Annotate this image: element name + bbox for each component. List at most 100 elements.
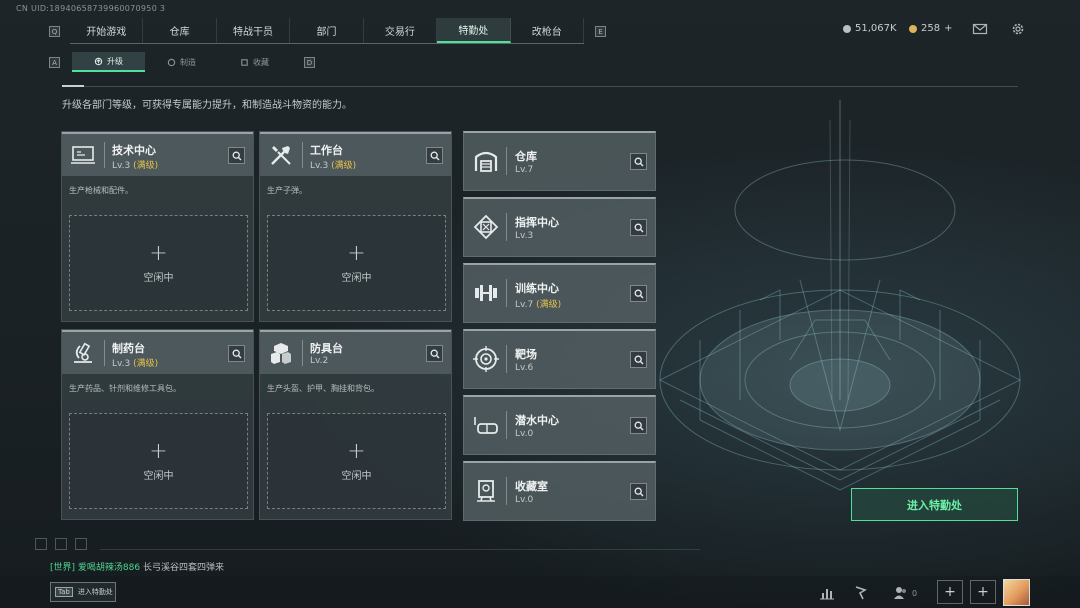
friends-icon: [893, 587, 906, 599]
level-value: Lv.3: [515, 231, 534, 241]
department-card-warehouse[interactable]: 仓库 Lv.7: [463, 131, 656, 191]
separator: [104, 142, 105, 168]
search-button[interactable]: [228, 345, 245, 362]
production-slot[interactable]: + 空闲中: [267, 215, 446, 311]
search-button[interactable]: [426, 147, 443, 164]
page-description: 升级各部门等级，可获得专属能力提升，和制造战斗物资的能力。: [62, 100, 352, 111]
tab-shortcut-hint[interactable]: Tab 进入特勤处: [50, 582, 116, 602]
search-button[interactable]: [630, 219, 647, 236]
chat-user[interactable]: 爱喝胡辣汤886: [78, 563, 140, 573]
facility-card-header: 防具台 Lv.2: [260, 330, 451, 374]
search-button[interactable]: [228, 147, 245, 164]
tab-operators[interactable]: 特战干员: [217, 18, 291, 43]
badge-button[interactable]: [848, 582, 874, 604]
avatar[interactable]: [1003, 579, 1030, 606]
facility-name: 制药台: [112, 342, 145, 355]
level-value: Lv.0: [515, 495, 534, 505]
search-button[interactable]: [630, 153, 647, 170]
facility-card-workbench[interactable]: 工作台 Lv.3 (满级) 生产子弹。 + 空闲中: [259, 131, 452, 322]
sub-nav: 升级 制造 收藏: [72, 52, 291, 72]
top-nav: 开始游戏 仓库 特战干员 部门 交易行 特勤处 改枪台: [70, 18, 584, 44]
level-value: Lv.3: [112, 359, 131, 369]
slot-status: 空闲中: [143, 470, 174, 482]
add-slot-button[interactable]: +: [937, 580, 963, 604]
tab-special-ops[interactable]: 特勤处: [437, 18, 511, 43]
department-name: 靶场: [515, 348, 537, 361]
training-center-icon: [475, 285, 497, 301]
next-subtab-key-hint[interactable]: D: [304, 57, 315, 68]
search-button[interactable]: [426, 345, 443, 362]
add-slot-button[interactable]: +: [970, 580, 996, 604]
search-icon: [634, 487, 643, 496]
department-name: 仓库: [515, 150, 537, 163]
decor-square: [35, 538, 47, 550]
department-card-command-center[interactable]: 指挥中心 Lv.3: [463, 197, 656, 257]
production-slot[interactable]: + 空闲中: [267, 413, 446, 509]
gear-icon[interactable]: [1010, 21, 1026, 37]
prev-subtab-key-hint[interactable]: A: [49, 57, 60, 68]
max-level-tag: (满级): [536, 300, 562, 310]
department-card-training-center[interactable]: 训练中心 Lv.7 (满级): [463, 263, 656, 323]
shooting-range-icon: [473, 346, 499, 372]
subtab-upgrade[interactable]: 升级: [72, 52, 145, 72]
production-slot[interactable]: + 空闲中: [69, 215, 248, 311]
subtab-craft[interactable]: 制造: [145, 52, 218, 72]
search-button[interactable]: [630, 417, 647, 434]
decor-square: [75, 538, 87, 550]
slot-status: 空闲中: [143, 272, 174, 284]
separator: [506, 279, 507, 307]
facility-card-tech-center[interactable]: 技术中心 Lv.3 (满级) 生产枪械和配件。 + 空闲中: [61, 131, 254, 322]
friends-button[interactable]: 0: [890, 582, 920, 604]
facility-name: 防具台: [310, 342, 343, 355]
tab-department[interactable]: 部门: [290, 18, 364, 43]
search-button[interactable]: [630, 285, 647, 302]
stats-button[interactable]: [814, 582, 840, 604]
tab-start-game[interactable]: 开始游戏: [70, 18, 144, 43]
facility-card-pharmacy[interactable]: 制药台 Lv.3 (满级) 生产药品、针剂和维修工具包。 + 空闲中: [61, 329, 254, 520]
divider: [62, 86, 1018, 87]
search-icon: [232, 151, 241, 160]
gold-amount: 258: [921, 23, 941, 34]
search-button[interactable]: [630, 351, 647, 368]
separator: [506, 213, 507, 241]
mail-icon[interactable]: [972, 21, 988, 37]
gold-currency[interactable]: 258 +: [909, 23, 952, 34]
search-icon: [430, 151, 439, 160]
search-icon: [430, 349, 439, 358]
facility-level: Lv.3 (满级): [112, 356, 158, 369]
armor-bench-icon: [271, 343, 291, 364]
department-name: 指挥中心: [515, 216, 559, 229]
subtab-collection-label: 收藏: [253, 57, 269, 67]
department-card-collection-room[interactable]: 收藏室 Lv.0: [463, 461, 656, 521]
search-button[interactable]: [630, 483, 647, 500]
tab-trade[interactable]: 交易行: [364, 18, 438, 43]
next-tab-key-hint[interactable]: E: [595, 26, 606, 37]
decor-square: [55, 538, 67, 550]
plus-icon: +: [149, 438, 168, 464]
department-card-diving-center[interactable]: 潜水中心 Lv.0: [463, 395, 656, 455]
search-icon: [634, 355, 643, 364]
level-value: Lv.3: [112, 161, 131, 171]
divider-accent: [62, 85, 84, 87]
bar-chart-icon: [820, 589, 834, 600]
prev-tab-key-hint[interactable]: Q: [49, 26, 60, 37]
tab-gunsmith[interactable]: 改枪台: [511, 18, 584, 43]
facility-level: Lv.3 (满级): [112, 158, 158, 171]
subtab-craft-label: 制造: [180, 57, 196, 67]
facility-card-header: 技术中心 Lv.3 (满级): [62, 132, 253, 176]
facility-description: 生产枪械和配件。: [69, 186, 133, 195]
facility-card-armor-bench[interactable]: 防具台 Lv.2 生产头盔、护甲、胸挂和背包。 + 空闲中: [259, 329, 452, 520]
max-level-tag: (满级): [133, 161, 159, 171]
department-card-shooting-range[interactable]: 靶场 Lv.6: [463, 329, 656, 389]
tab-warehouse[interactable]: 仓库: [143, 18, 217, 43]
enter-special-ops-button[interactable]: 进入特勤处: [851, 488, 1018, 521]
subtab-collection[interactable]: 收藏: [218, 52, 291, 72]
pharmacy-icon: [74, 342, 92, 363]
facility-description: 生产药品、针剂和维修工具包。: [69, 384, 181, 393]
department-level: Lv.7: [515, 165, 533, 175]
gold-plus[interactable]: +: [944, 23, 952, 34]
separator: [506, 477, 507, 505]
production-slot[interactable]: + 空闲中: [69, 413, 248, 509]
search-icon: [634, 289, 643, 298]
chat-line[interactable]: [世界] 爱喝胡辣汤886 长弓溪谷四套四弹来: [50, 560, 224, 573]
